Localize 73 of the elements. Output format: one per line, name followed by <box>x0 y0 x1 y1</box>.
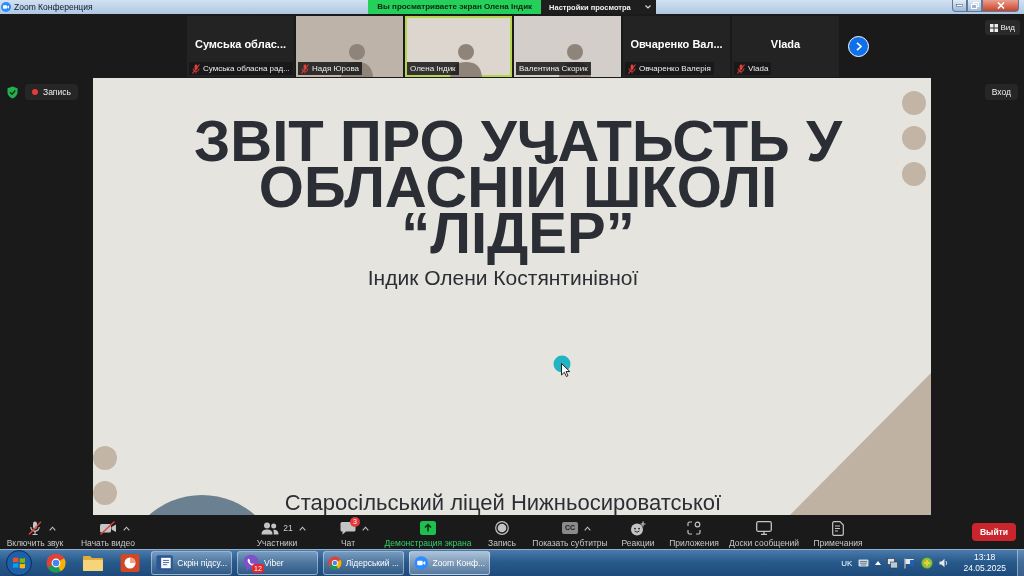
video-camera-icon <box>414 553 429 573</box>
start-video-button[interactable]: Начать видео <box>70 515 146 549</box>
folder-icon <box>81 554 104 572</box>
slide-footer-text: Старосільський ліцей Нижньосироватської <box>284 491 722 515</box>
chevron-down-icon <box>644 5 651 9</box>
chat-bubble-icon <box>340 521 356 535</box>
participant-name: Сумська облас... <box>194 37 287 50</box>
decorative-circle <box>902 162 926 186</box>
grid-icon <box>989 23 998 32</box>
participants-button[interactable]: 21 Участники <box>240 515 314 549</box>
next-page-button[interactable] <box>848 36 869 57</box>
close-icon <box>996 2 1005 9</box>
chevron-right-icon <box>855 42 862 51</box>
participant-label: Vlada <box>748 64 769 73</box>
screen-share-banner: Вы просматриваете экран Олена Індик <box>368 0 542 14</box>
participant-label: Надя Юрова <box>312 64 360 73</box>
window-title: Zoom Конференция <box>14 2 93 12</box>
apps-icon <box>687 521 701 535</box>
leave-button[interactable]: Выйти <box>972 523 1016 541</box>
show-hidden-icons-button[interactable] <box>875 561 882 565</box>
participant-label: Сумська обласна рад... <box>203 64 290 73</box>
restore-button[interactable] <box>967 0 982 12</box>
participant-label: Олена Індик <box>410 64 456 73</box>
enter-button[interactable]: Вход <box>984 84 1018 100</box>
browser-icon <box>45 553 66 573</box>
taskbar-window-button[interactable]: Лідерський ... <box>323 551 404 575</box>
smiley-plus-icon <box>630 520 646 536</box>
shield-icon <box>7 86 18 99</box>
slide-subtitle: Індик Олени Костянтинівної <box>367 266 639 290</box>
presentation-app-icon <box>119 553 140 573</box>
slide-title: ЗВІТ ПРО УЧАТЬСТЬ У ОБЛАСНІЙ ШКОЛІ “ЛІДЕР” <box>193 113 844 266</box>
participant-label: Овчаренко Валерія <box>639 64 711 73</box>
minimize-icon <box>956 4 963 7</box>
record-button[interactable]: Запись <box>474 515 530 549</box>
recording-button[interactable]: Запись <box>25 84 78 100</box>
muted-microphone-icon <box>27 521 43 535</box>
decorative-circle <box>93 446 117 470</box>
taskbar-window-button[interactable]: Скрін підсу... <box>151 551 232 575</box>
language-indicator[interactable]: UK <box>841 558 853 568</box>
monitor-icon <box>756 521 772 535</box>
record-dot-icon <box>32 89 38 95</box>
show-desktop-button[interactable] <box>1017 550 1024 576</box>
minimize-button[interactable] <box>952 0 967 12</box>
document-app-icon <box>156 553 174 573</box>
decorative-circle <box>902 126 926 150</box>
keyboard-icon <box>858 559 870 567</box>
reactions-button[interactable]: Реакции <box>610 515 666 549</box>
restore-icon <box>970 2 979 9</box>
decorative-circle <box>93 481 117 505</box>
people-icon <box>261 521 280 535</box>
triangle-up-icon <box>875 561 882 565</box>
speaker-icon <box>939 558 949 568</box>
share-screen-button[interactable]: Демонстрация экрана <box>382 515 474 549</box>
record-icon <box>495 521 509 535</box>
whiteboards-button[interactable]: Доски сообщений <box>722 515 806 549</box>
notes-icon <box>832 520 844 536</box>
crossed-camera-icon <box>99 521 117 535</box>
view-button[interactable]: Вид <box>984 20 1020 35</box>
network-icon <box>887 557 899 569</box>
flag-icon <box>904 557 916 569</box>
participant-count: 21 <box>283 523 293 533</box>
clock-button[interactable]: 13:18 24.05.2025 <box>960 552 1009 574</box>
participant-label: Валентина Скорик <box>519 64 588 73</box>
close-button[interactable] <box>982 0 1019 12</box>
participant-name: Овчаренко Вал... <box>630 37 723 50</box>
video-camera-icon <box>1 2 11 12</box>
apps-button[interactable]: Приложения <box>666 515 722 549</box>
participant-name: Vlada <box>770 37 801 50</box>
notes-button[interactable]: Примечания <box>806 515 870 549</box>
start-orb-icon <box>5 550 32 576</box>
plus-circle-icon <box>921 557 934 569</box>
decorative-circle <box>902 91 926 115</box>
unmute-button[interactable]: Включить звук <box>0 515 70 549</box>
